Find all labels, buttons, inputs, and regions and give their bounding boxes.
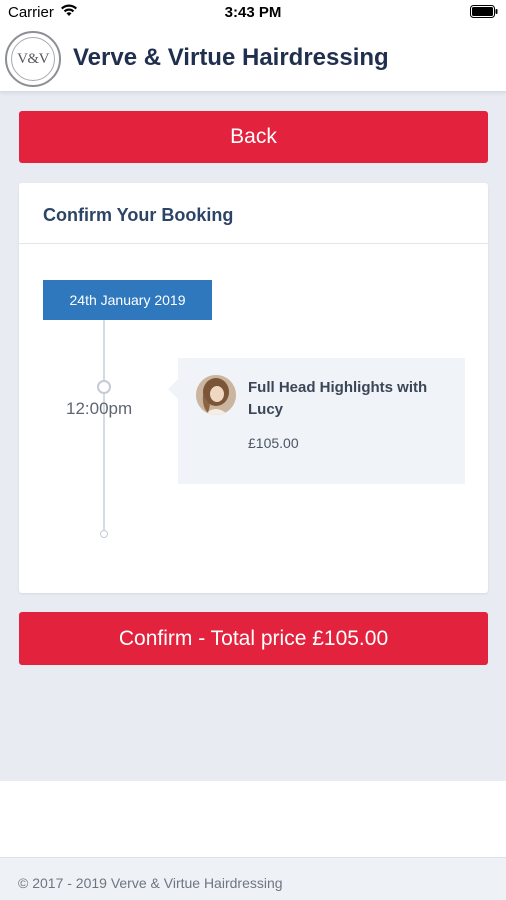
card-divider xyxy=(19,243,488,244)
brand-logo[interactable]: V&V xyxy=(5,31,61,87)
status-bar: Carrier 3:43 PM xyxy=(0,0,506,25)
logo-monogram: V&V xyxy=(11,37,55,81)
stylist-avatar xyxy=(196,375,236,415)
footer-spacer xyxy=(0,781,506,857)
app-header: V&V Verve & Virtue Hairdressing xyxy=(0,25,506,92)
timeline-line xyxy=(103,320,105,532)
service-name: Full Head Highlights with Lucy xyxy=(248,379,428,418)
service-price: £105.00 xyxy=(248,435,299,451)
app-title: Verve & Virtue Hairdressing xyxy=(73,44,389,71)
timeline-dot xyxy=(97,380,111,394)
battery-icon xyxy=(470,5,498,23)
timeline-end-dot xyxy=(100,530,108,538)
booking-date-badge: 24th January 2019 xyxy=(43,280,212,320)
confirm-button[interactable]: Confirm - Total price £105.00 xyxy=(19,612,488,665)
clock: 3:43 PM xyxy=(224,4,282,21)
back-button[interactable]: Back xyxy=(19,111,488,163)
copyright-text: © 2017 - 2019 Verve & Virtue Hairdressin… xyxy=(18,875,283,891)
booking-card: Confirm Your Booking 24th January 2019 1… xyxy=(19,183,488,593)
appointment-time: 12:00pm xyxy=(66,399,133,418)
card-title: Confirm Your Booking xyxy=(43,205,234,225)
footer: © 2017 - 2019 Verve & Virtue Hairdressin… xyxy=(0,857,506,900)
service-pointer xyxy=(168,379,178,399)
appointment-item[interactable]: Full Head Highlights with Lucy £105.00 xyxy=(178,358,465,484)
